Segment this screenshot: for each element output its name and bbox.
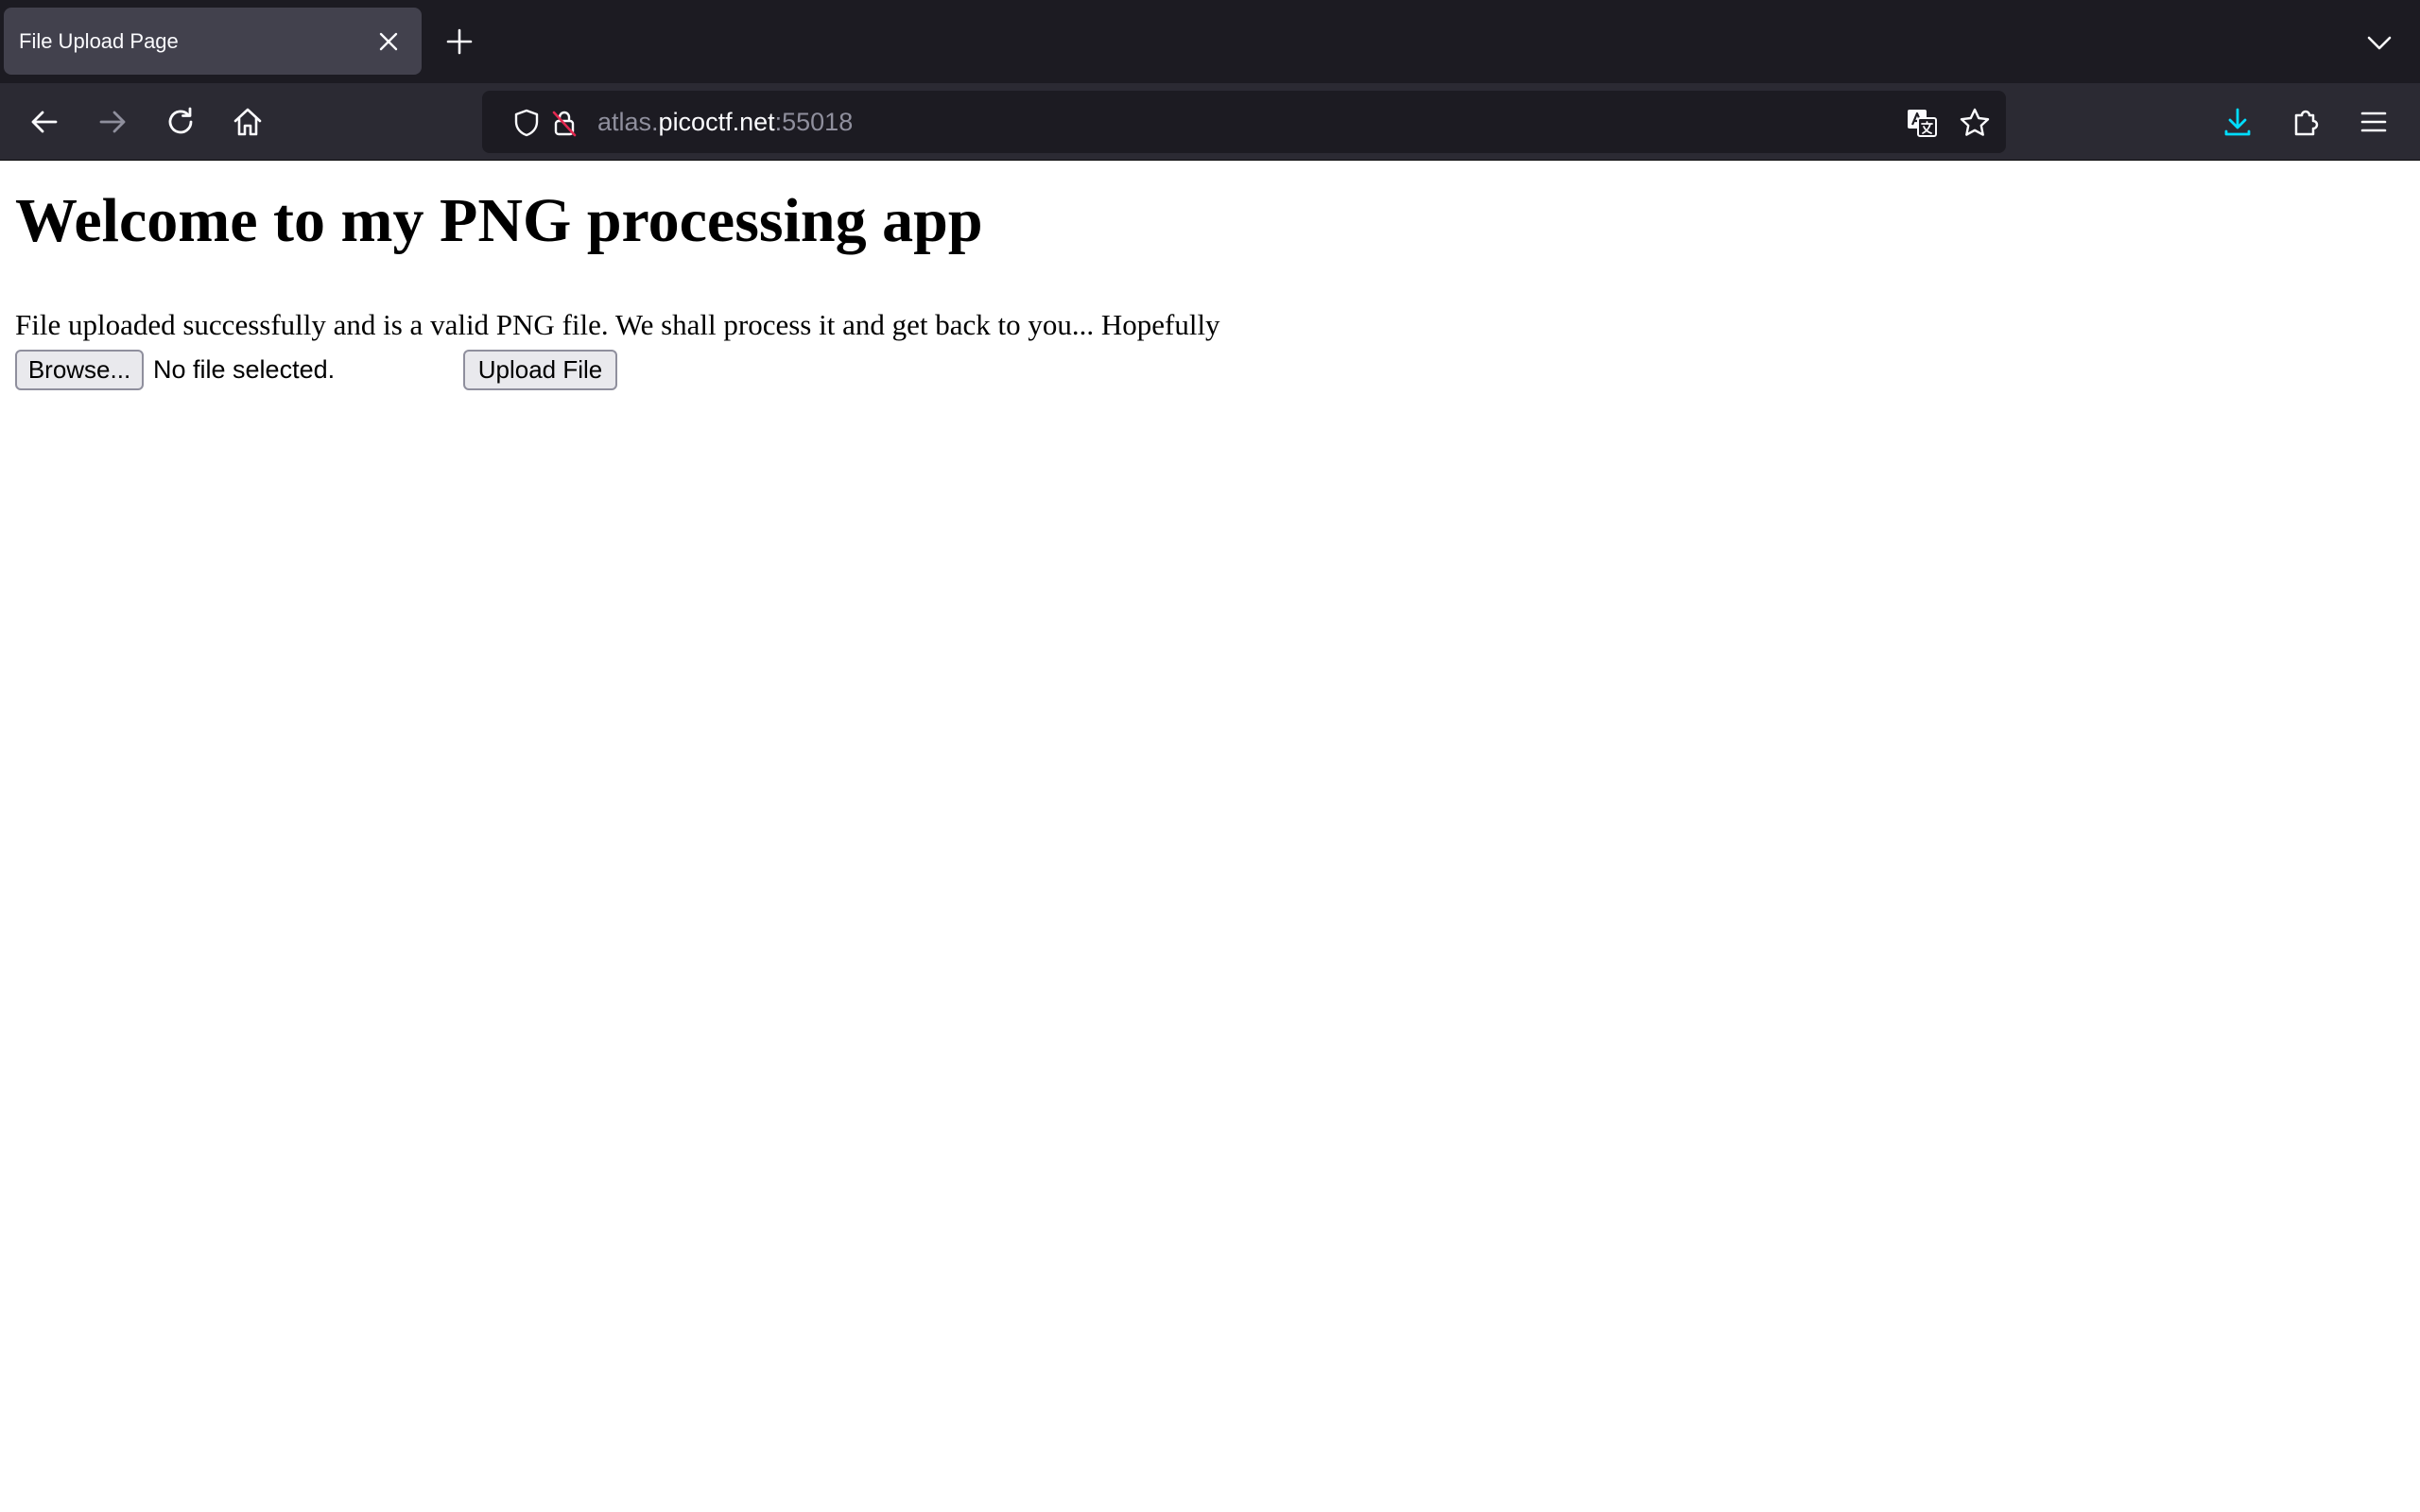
shield-icon[interactable] — [510, 107, 543, 139]
tab-file-upload-page[interactable]: File Upload Page — [4, 8, 422, 75]
upload-file-button[interactable]: Upload File — [463, 350, 617, 390]
download-icon[interactable] — [2215, 99, 2260, 145]
star-icon[interactable] — [1959, 107, 1991, 139]
tab-title: File Upload Page — [19, 28, 179, 53]
url-subdomain: atlas. — [597, 107, 659, 136]
insecure-lock-icon[interactable] — [548, 107, 580, 139]
back-arrow-icon[interactable] — [22, 99, 67, 145]
hamburger-menu-icon[interactable] — [2351, 99, 2396, 145]
navigation-toolbar: atlas. picoctf.net:55018 — [0, 83, 2420, 161]
url-text[interactable]: atlas. picoctf.net:55018 — [597, 91, 853, 153]
page-content: Welcome to my PNG processing app File up… — [0, 162, 2420, 1512]
translate-icon[interactable] — [1906, 107, 1938, 139]
puzzle-icon[interactable] — [2284, 99, 2329, 145]
file-selection-status: No file selected. — [153, 355, 336, 384]
url-bar[interactable]: atlas. picoctf.net:55018 — [482, 91, 2006, 153]
url-port: :55018 — [774, 107, 854, 136]
url-domain: picoctf.net — [658, 107, 775, 136]
reload-icon[interactable] — [158, 99, 203, 145]
close-icon[interactable] — [376, 29, 401, 54]
plus-icon[interactable] — [444, 26, 475, 57]
browse-button[interactable]: Browse... — [15, 350, 144, 390]
upload-status-message: File uploaded successfully and is a vali… — [15, 308, 1220, 341]
home-icon[interactable] — [225, 99, 270, 145]
tab-bar: File Upload Page — [0, 0, 2420, 83]
page-title: Welcome to my PNG processing app — [15, 186, 983, 255]
forward-arrow-icon[interactable] — [90, 99, 135, 145]
chevron-down-icon[interactable] — [2363, 26, 2395, 59]
